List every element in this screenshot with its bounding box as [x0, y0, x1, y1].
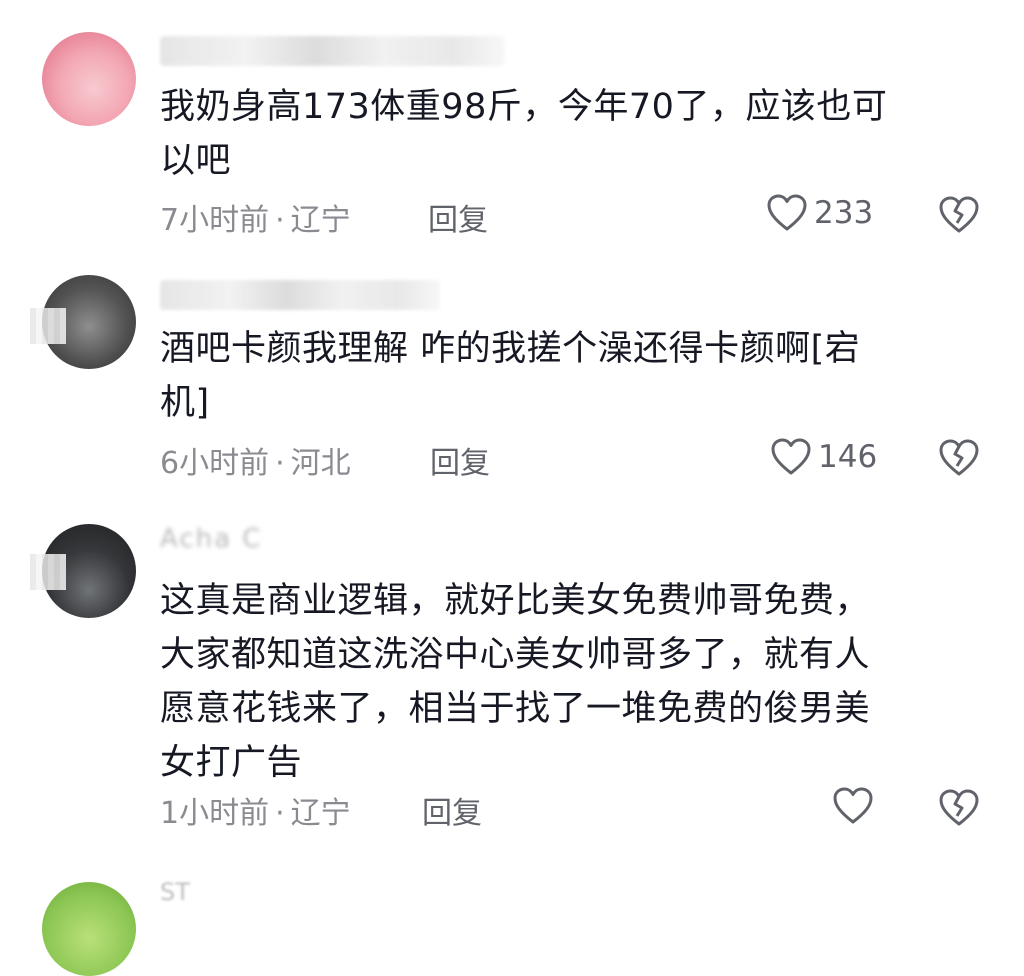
- meta-separator: ·: [275, 203, 285, 238]
- avatar-mosaic: [30, 554, 66, 590]
- comment-2: 酒吧卡颜我理解 咋的我搓个澡还得卡颜啊[宕 机] 6小时前 · 河北 回复 146: [0, 260, 1024, 510]
- like-count: 146: [818, 439, 878, 475]
- broken-heart-icon: [938, 438, 980, 478]
- comment-time: 7小时前: [160, 203, 270, 238]
- heart-outline-icon: [766, 193, 808, 233]
- avatar[interactable]: [42, 32, 136, 126]
- username-blurred[interactable]: [160, 280, 440, 310]
- avatar-mosaic: [30, 308, 66, 344]
- like-button[interactable]: 146: [770, 437, 877, 477]
- comment-meta: 1小时前 · 辽宁: [160, 788, 351, 832]
- username[interactable]: Acha C: [160, 524, 262, 554]
- broken-heart-icon: [938, 788, 980, 828]
- broken-heart-icon: [938, 195, 980, 235]
- avatar[interactable]: [42, 882, 136, 976]
- comment-location: 辽宁: [290, 203, 351, 238]
- comment-1: 我奶身高173体重98斤，今年70了，应该也可 以吧 7小时前 · 辽宁 回复 23…: [0, 0, 1024, 260]
- avatar-overlay: [42, 32, 136, 126]
- comment-meta: 7小时前 · 辽宁: [160, 195, 351, 239]
- username-blurred[interactable]: [160, 36, 505, 66]
- comment-time: 1小时前: [160, 796, 270, 831]
- like-button[interactable]: 233: [766, 193, 873, 233]
- comment-3: Acha C 这真是商业逻辑，就好比美女免费帅哥免费， 大家都知道这洗浴中心美女…: [0, 510, 1024, 860]
- comment-text: 这真是商业逻辑，就好比美女免费帅哥免费， 大家都知道这洗浴中心美女帅哥多了，就有…: [160, 581, 871, 783]
- reply-button[interactable]: 回复: [422, 788, 482, 832]
- dislike-button[interactable]: [938, 438, 980, 478]
- meta-separator: ·: [275, 796, 285, 831]
- comment-meta: 6小时前 · 河北: [160, 438, 351, 482]
- heart-outline-icon: [832, 786, 874, 826]
- heart-outline-icon: [770, 437, 812, 477]
- comment-text: 我奶身高173体重98斤，今年70了，应该也可 以吧: [160, 87, 888, 181]
- dislike-button[interactable]: [938, 195, 980, 235]
- comment-time: 6小时前: [160, 446, 270, 481]
- username[interactable]: ST: [160, 878, 190, 906]
- comment-4-partial: ST: [0, 860, 1024, 976]
- dislike-button[interactable]: [938, 788, 980, 828]
- like-count: 233: [814, 195, 874, 231]
- comment-location: 河北: [290, 446, 351, 481]
- like-button[interactable]: [832, 786, 880, 826]
- comment-text: 酒吧卡颜我理解 咋的我搓个澡还得卡颜啊[宕 机]: [160, 329, 861, 423]
- reply-button[interactable]: 回复: [430, 438, 490, 482]
- reply-button[interactable]: 回复: [428, 195, 488, 239]
- comment-location: 辽宁: [290, 796, 351, 831]
- meta-separator: ·: [275, 446, 285, 481]
